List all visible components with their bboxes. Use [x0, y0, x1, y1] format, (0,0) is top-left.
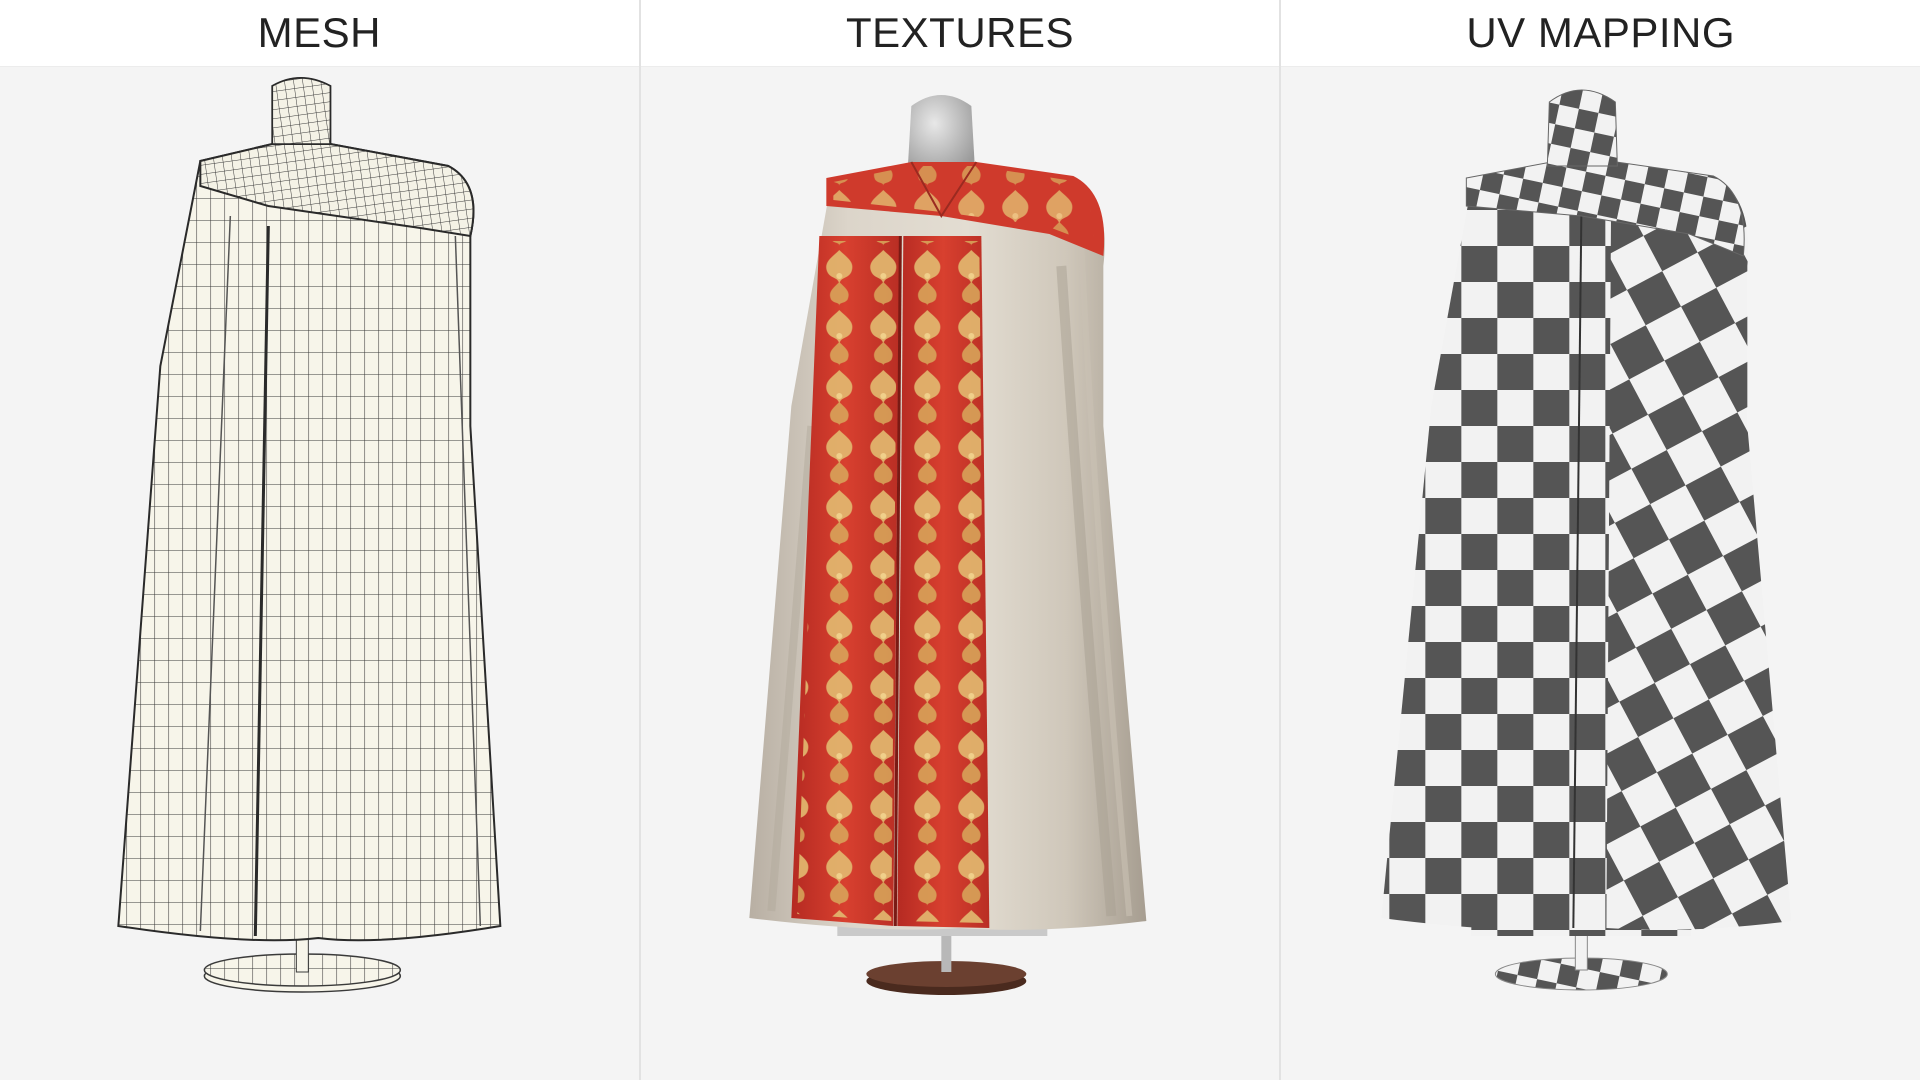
textures-render [641, 66, 1280, 1080]
textured-cope-icon [749, 95, 1147, 995]
checker-cope-icon [1381, 89, 1792, 991]
mesh-render [0, 66, 639, 1080]
mesh-panel-title: MESH [257, 9, 382, 56]
uv-mapping-panel-title: UV MAPPING [1466, 9, 1736, 56]
textures-panel: TEXTURES [640, 0, 1280, 1080]
product-render-grid: MESH TEXTURES UV MAPPING [0, 0, 1920, 1080]
mesh-panel: MESH [0, 0, 639, 1080]
uv-mapping-render [1281, 66, 1920, 1080]
uv-mapping-panel-header: UV MAPPING [1281, 0, 1920, 67]
textures-panel-header: TEXTURES [640, 0, 1280, 67]
wireframe-cope-icon [117, 77, 502, 993]
mesh-panel-header: MESH [0, 0, 639, 67]
uv-mapping-panel: UV MAPPING [1281, 0, 1920, 1080]
textures-panel-title: TEXTURES [845, 9, 1075, 56]
